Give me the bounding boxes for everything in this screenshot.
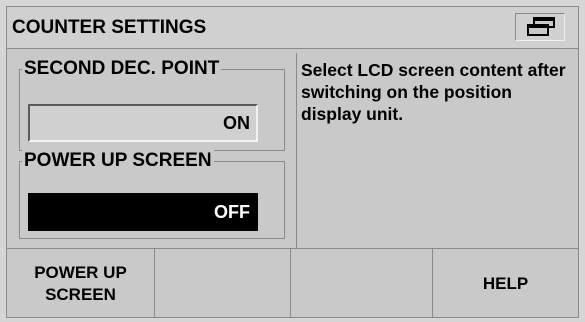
power-up-screen-label: POWER UP SCREEN xyxy=(22,150,214,172)
power-up-screen-softkey[interactable]: POWER UP SCREEN xyxy=(7,249,155,318)
power-up-screen-group: POWER UP SCREEN OFF xyxy=(19,150,285,239)
help-softkey-label: HELP xyxy=(482,273,529,293)
help-text: Select LCD screen content after switchin… xyxy=(301,60,566,124)
page-title: COUNTER SETTINGS xyxy=(12,17,207,38)
counter-settings-screen: COUNTER SETTINGS SECOND DEC. POINT ON PO… xyxy=(6,6,579,318)
softkey-bar: POWER UP SCREEN HELP xyxy=(7,248,578,318)
softkey-label-line2: SCREEN xyxy=(45,284,116,304)
power-up-screen-field[interactable]: OFF xyxy=(28,193,258,231)
window-toggle-icon xyxy=(527,17,555,36)
title-bar: COUNTER SETTINGS xyxy=(7,7,578,49)
empty-softkey-2[interactable] xyxy=(155,249,291,318)
settings-panel: SECOND DEC. POINT ON POWER UP SCREEN OFF xyxy=(11,53,297,248)
second-dec-point-label: SECOND DEC. POINT xyxy=(22,58,222,80)
second-dec-point-field[interactable]: ON xyxy=(28,104,258,142)
help-softkey[interactable]: HELP xyxy=(433,249,578,318)
empty-softkey-3[interactable] xyxy=(291,249,433,318)
softkey-label-line1: POWER UP xyxy=(34,262,127,282)
window-toggle-button[interactable] xyxy=(515,13,565,41)
second-dec-point-group: SECOND DEC. POINT ON xyxy=(19,58,285,151)
